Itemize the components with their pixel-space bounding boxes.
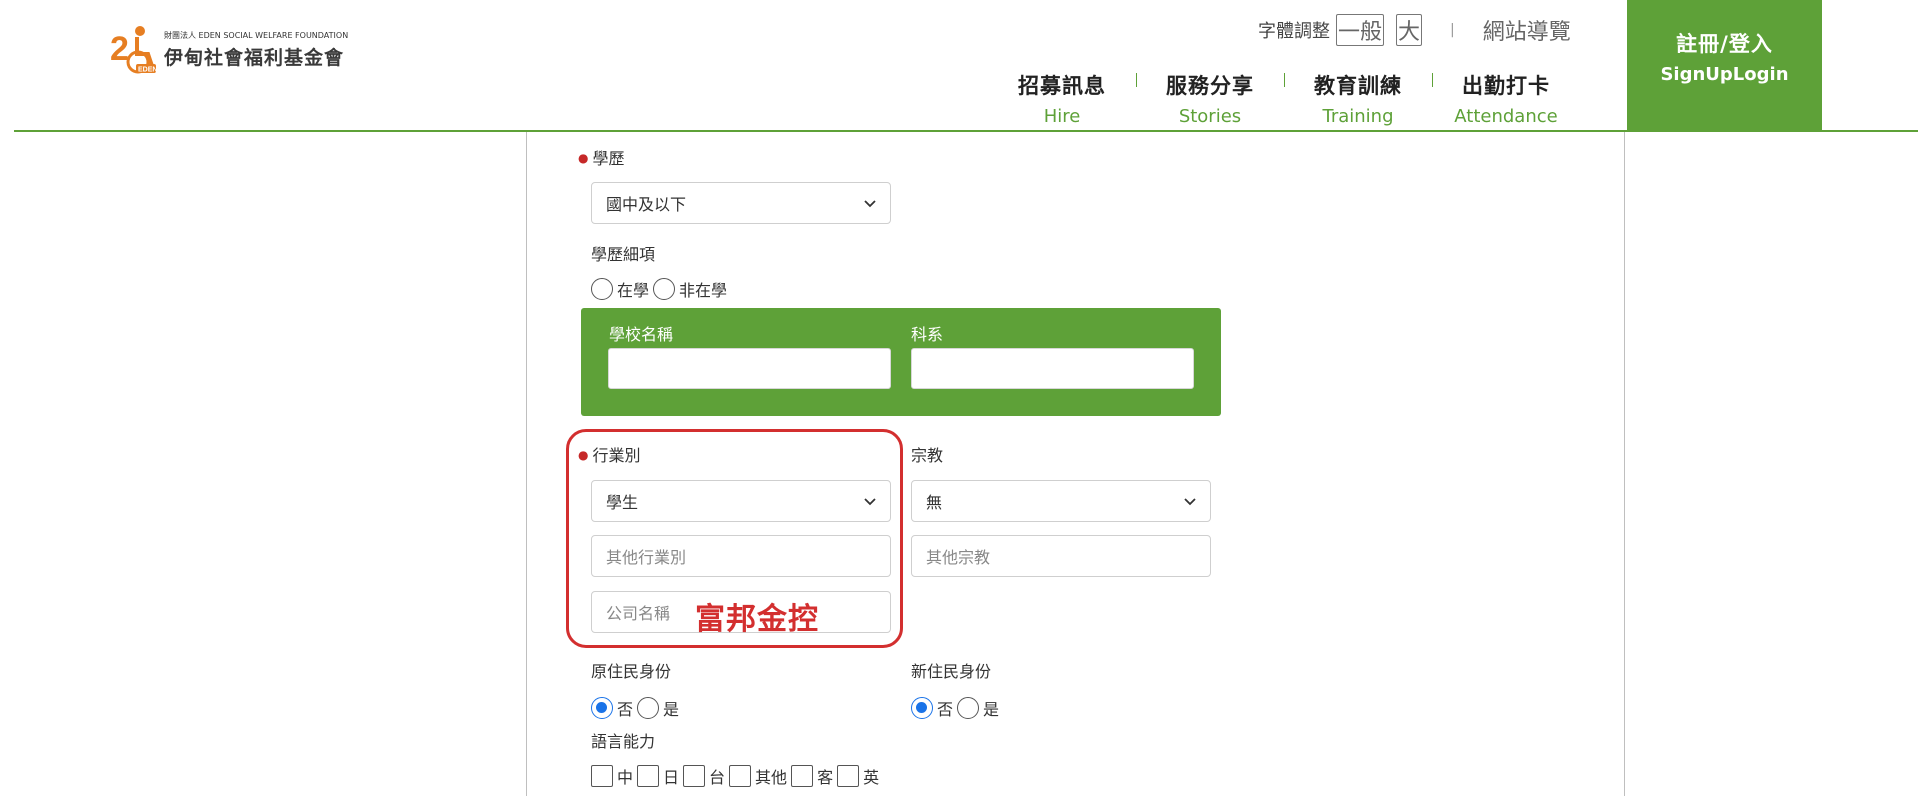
chevron-down-icon xyxy=(1184,498,1196,506)
header-divider xyxy=(14,130,1918,132)
nav-item-training[interactable]: 教育訓練 Training xyxy=(1284,70,1432,127)
font-large-button[interactable]: 大 xyxy=(1396,14,1422,46)
department-input[interactable] xyxy=(911,348,1194,389)
chevron-down-icon xyxy=(864,200,876,208)
school-name-input[interactable] xyxy=(608,348,891,389)
logo-title: 伊甸社會福利基金會 xyxy=(164,47,345,69)
signup-login-button[interactable]: 註冊/登入 SignUpLogin xyxy=(1627,0,1822,131)
enrollment-radio-group: 在學 非在學 xyxy=(591,277,731,301)
radio-indigenous-no[interactable] xyxy=(591,697,613,719)
font-normal-button[interactable]: 一般 xyxy=(1336,14,1384,46)
nav-label: 服務分享 xyxy=(1166,74,1254,98)
sitemap-link[interactable]: 網站導覽 xyxy=(1483,14,1571,46)
radio-not-enrolled[interactable] xyxy=(653,278,676,300)
required-marker: ● xyxy=(578,151,589,165)
nav-sublabel: Stories xyxy=(1178,106,1242,127)
indigenous-radio-group: 否 是 xyxy=(591,696,683,720)
new-resident-radio-group: 否 是 xyxy=(911,696,1003,720)
checkbox-hakka[interactable] xyxy=(791,765,814,787)
checkbox-label: 中 xyxy=(617,768,634,787)
site-logo[interactable]: 2 EDEN 財團法人 EDEN SOCIAL WELFARE FOUNDATI… xyxy=(110,24,348,76)
radio-label: 是 xyxy=(983,700,1000,719)
radio-enrolled[interactable] xyxy=(591,278,613,300)
font-size-controls: 字體調整 一般 大 | 網站導覽 xyxy=(1258,14,1571,46)
education-detail-label: 學歷細項 xyxy=(591,245,656,264)
religion-select[interactable]: 無 xyxy=(911,480,1211,522)
education-value: 國中及以下 xyxy=(606,195,687,214)
nav-item-stories[interactable]: 服務分享 Stories xyxy=(1136,70,1284,127)
radio-label: 非在學 xyxy=(679,281,728,300)
logo-subtitle: 財團法人 EDEN SOCIAL WELFARE FOUNDATION xyxy=(164,31,349,40)
radio-new-resident-no[interactable] xyxy=(911,697,933,719)
language-checkbox-group: 中 日 台 其他 客 英 xyxy=(591,764,883,788)
radio-label: 否 xyxy=(937,700,954,719)
checkbox-japanese[interactable] xyxy=(637,765,660,787)
content-left-border xyxy=(526,132,527,796)
other-religion-input[interactable]: 其他宗教 xyxy=(911,535,1211,577)
nav-sublabel: Training xyxy=(1322,106,1394,127)
checkbox-label: 日 xyxy=(663,768,680,787)
new-resident-label: 新住民身份 xyxy=(911,662,992,681)
nav-sublabel: Attendance xyxy=(1454,106,1558,127)
header-separator: | xyxy=(1450,22,1455,38)
wheelchair-logo-icon: 2 EDEN xyxy=(110,24,158,76)
religion-label: 宗教 xyxy=(911,446,944,465)
checkbox-taiwanese[interactable] xyxy=(683,765,706,787)
language-label: 語言能力 xyxy=(591,732,656,751)
nav-sublabel: Hire xyxy=(1043,106,1081,127)
svg-text:2: 2 xyxy=(110,30,129,68)
radio-new-resident-yes[interactable] xyxy=(957,697,980,719)
education-label: ● 學歷 xyxy=(578,149,625,168)
radio-indigenous-yes[interactable] xyxy=(637,697,660,719)
signup-sublabel: SignUpLogin xyxy=(1660,64,1789,85)
radio-label: 是 xyxy=(663,700,680,719)
education-select[interactable]: 國中及以下 xyxy=(591,182,891,224)
font-adjust-label: 字體調整 xyxy=(1258,21,1330,42)
radio-label: 在學 xyxy=(617,281,650,300)
checkbox-english[interactable] xyxy=(837,765,860,787)
checkbox-label: 客 xyxy=(817,768,834,787)
department-label: 科系 xyxy=(911,325,944,344)
checkbox-label: 台 xyxy=(709,768,726,787)
radio-label: 否 xyxy=(617,700,634,719)
school-name-label: 學校名稱 xyxy=(609,325,674,344)
nav-label: 教育訓練 xyxy=(1314,74,1402,98)
checkbox-mandarin[interactable] xyxy=(591,765,613,787)
checkbox-label: 英 xyxy=(863,768,880,787)
placeholder-text: 其他宗教 xyxy=(926,548,991,567)
annotation-text: 富邦金控 xyxy=(695,602,819,637)
signup-label: 註冊/登入 xyxy=(1676,32,1773,56)
nav-label: 出勤打卡 xyxy=(1462,74,1550,98)
nav-item-attendance[interactable]: 出勤打卡 Attendance xyxy=(1432,70,1580,127)
svg-text:EDEN: EDEN xyxy=(138,67,157,74)
nav-item-hire[interactable]: 招募訊息 Hire xyxy=(988,70,1136,127)
indigenous-label: 原住民身份 xyxy=(591,662,672,681)
nav-label: 招募訊息 xyxy=(1018,74,1106,98)
checkbox-label: 其他 xyxy=(755,768,788,787)
religion-value: 無 xyxy=(926,493,943,512)
checkbox-other[interactable] xyxy=(729,765,752,787)
content-right-border xyxy=(1624,132,1625,796)
main-nav: 招募訊息 Hire 服務分享 Stories 教育訓練 Training 出勤打… xyxy=(988,70,1580,127)
